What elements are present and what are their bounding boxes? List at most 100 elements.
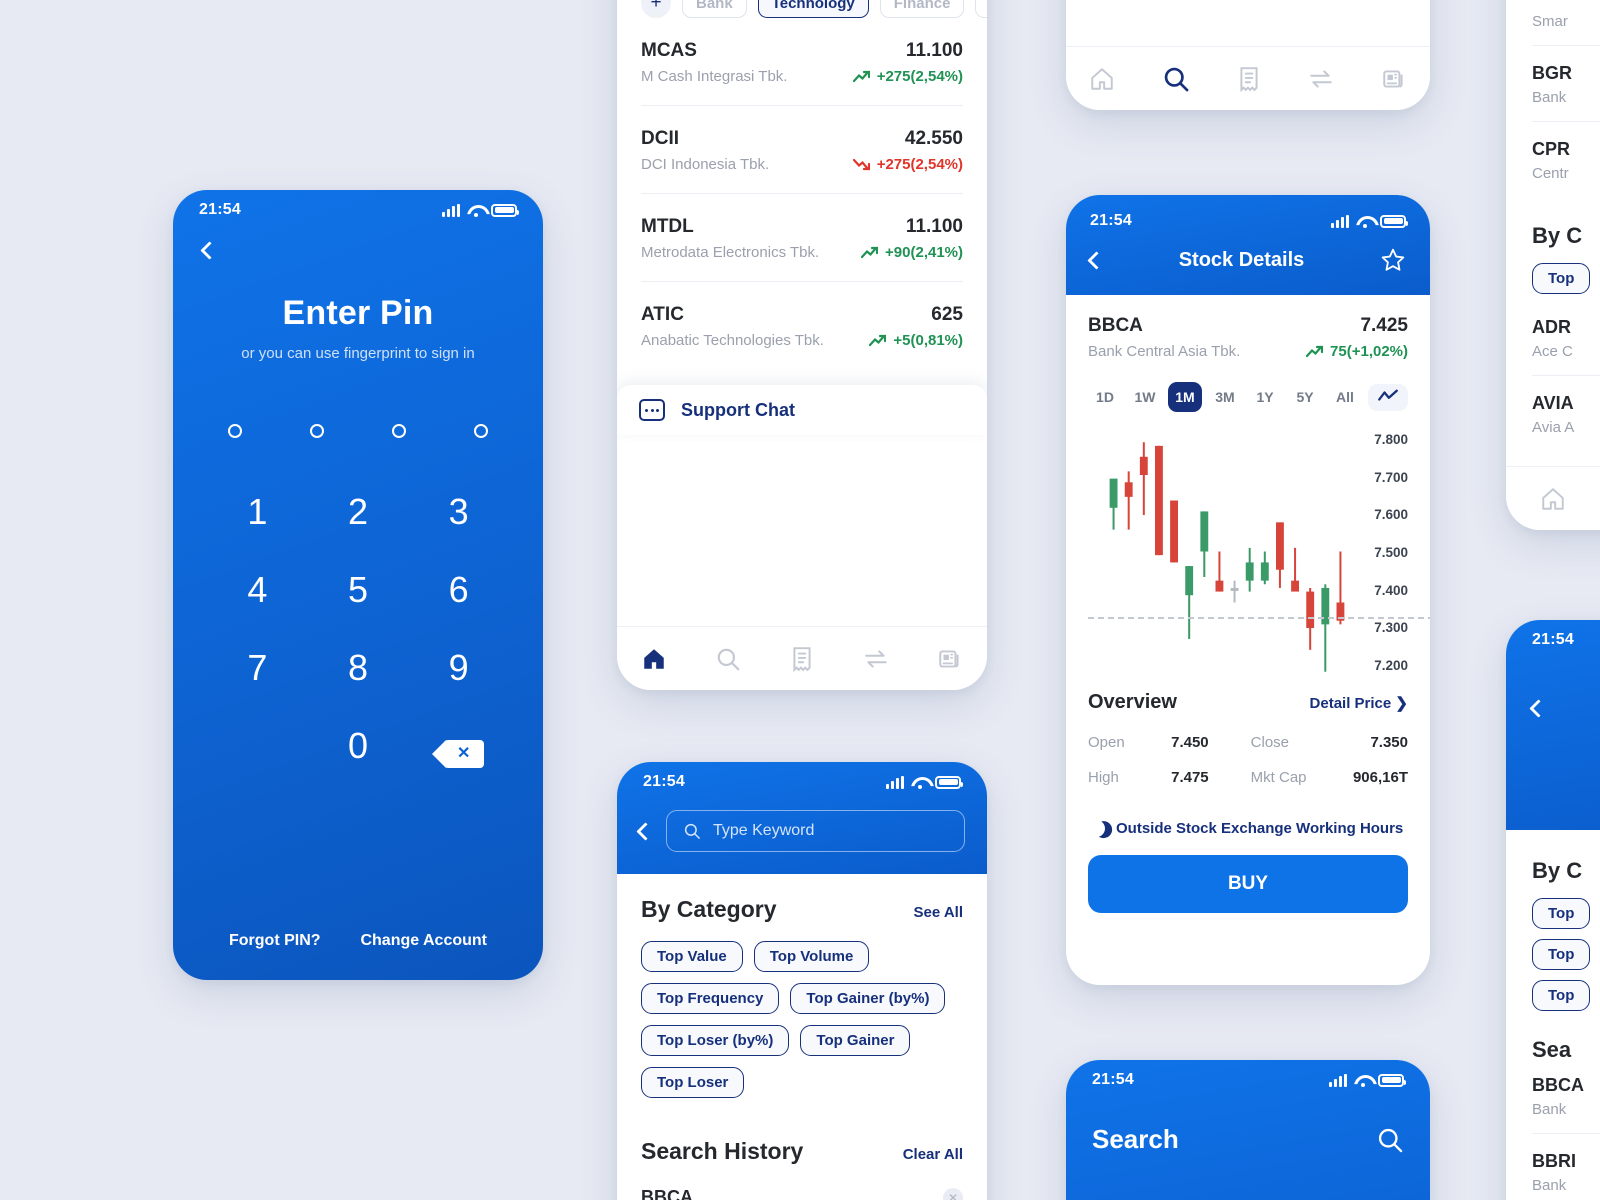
- chip-top-gainer-pct[interactable]: Top Gainer (by%): [790, 983, 946, 1014]
- range-1y[interactable]: 1Y: [1248, 382, 1282, 412]
- range-all[interactable]: All: [1328, 382, 1362, 412]
- chip-top-volume[interactable]: Top Volume: [753, 941, 870, 972]
- table-row[interactable]: BGR Bank: [1532, 46, 1600, 122]
- table-row[interactable]: BBRI Bank: [1532, 1134, 1600, 1200]
- stock-price: 11.100: [905, 40, 963, 61]
- news-icon[interactable]: [1381, 66, 1407, 92]
- range-3m[interactable]: 3M: [1208, 382, 1242, 412]
- chevron-left-icon: [200, 241, 219, 260]
- table-row[interactable]: AVIA Avia A: [1532, 376, 1600, 451]
- forgot-pin-link[interactable]: Forgot PIN?: [229, 932, 321, 950]
- chip-top-frequency[interactable]: Top Fr: [975, 0, 987, 18]
- table-row[interactable]: DCII DCI Indonesia Tbk. 42.550 +275(2,54…: [641, 106, 963, 194]
- chip-top-loser-pct[interactable]: Top Loser (by%): [641, 1025, 790, 1056]
- key-8[interactable]: 8: [308, 642, 409, 694]
- backspace-button[interactable]: ✕: [408, 720, 509, 772]
- back-button[interactable]: [636, 821, 655, 841]
- table-row[interactable]: Smar: [1532, 0, 1600, 46]
- key-1[interactable]: 1: [207, 486, 308, 538]
- stock-name: Anabatic Technologies Tbk.: [641, 332, 824, 349]
- chip-top-1[interactable]: Top: [1532, 898, 1591, 929]
- detail-price-link[interactable]: Detail Price ❯: [1310, 694, 1408, 712]
- chip-top-2[interactable]: Top: [1532, 939, 1591, 970]
- transfer-icon[interactable]: [863, 646, 889, 672]
- back-button[interactable]: [200, 241, 233, 274]
- table-row[interactable]: BBCA Bank: [1532, 1063, 1600, 1134]
- edge-chips: Top Top Top: [1532, 898, 1600, 1011]
- home-icon[interactable]: [641, 646, 667, 672]
- pin-dot: [392, 424, 406, 438]
- star-outline-icon[interactable]: [1380, 247, 1406, 273]
- range-1d[interactable]: 1D: [1088, 382, 1122, 412]
- home-icon[interactable]: [1540, 486, 1566, 512]
- back-button[interactable]: [1529, 699, 1548, 718]
- page-title: Stock Details: [1178, 248, 1305, 271]
- stat-key: Mkt Cap: [1250, 769, 1307, 786]
- stock-name: Ace C: [1532, 343, 1573, 360]
- back-button[interactable]: [1087, 250, 1106, 270]
- wifi-icon: [911, 776, 928, 789]
- pin-dot: [474, 424, 488, 438]
- search-results-screen-partial: AVIA Avia Avian Tbk. 860 -33,40(4,04%): [1066, 0, 1430, 110]
- chip-top-3[interactable]: Top: [1532, 980, 1591, 1011]
- support-chat-card[interactable]: Support Chat: [617, 385, 987, 435]
- edge-section-title: By C: [1532, 223, 1583, 248]
- category-see-all[interactable]: See All: [914, 904, 963, 921]
- range-1w[interactable]: 1W: [1128, 382, 1162, 412]
- stock-code: DCII: [641, 128, 679, 149]
- search-icon[interactable]: [1376, 1126, 1404, 1154]
- key-9[interactable]: 9: [408, 642, 509, 694]
- key-0[interactable]: 0: [308, 720, 409, 772]
- chip-bank[interactable]: Bank: [682, 0, 747, 18]
- chip-top-value[interactable]: Top Value: [641, 941, 743, 972]
- key-3[interactable]: 3: [408, 486, 509, 538]
- table-row[interactable]: MCAS M Cash Integrasi Tbk. 11.100 +275(2…: [641, 18, 963, 106]
- home-icon[interactable]: [1089, 66, 1115, 92]
- stock-change: +275(2,54%): [852, 68, 963, 85]
- key-7[interactable]: 7: [207, 642, 308, 694]
- page-title: Enter Pin: [282, 294, 434, 332]
- key-2[interactable]: 2: [308, 486, 409, 538]
- table-row[interactable]: ATIC Anabatic Technologies Tbk. 625 +5(0…: [641, 282, 963, 369]
- list-item[interactable]: BBCA ✕: [641, 1187, 963, 1200]
- key-4[interactable]: 4: [207, 564, 308, 616]
- search-icon[interactable]: [715, 646, 741, 672]
- y-tick: 7.200: [1374, 657, 1408, 673]
- overview-stats: Open 7.450 Close 7.350 High 7.475 Mkt Ca…: [1088, 734, 1408, 786]
- chip-top[interactable]: Top: [1532, 263, 1591, 294]
- clear-all-link[interactable]: Clear All: [903, 1146, 963, 1163]
- status-icons: [1329, 1073, 1406, 1087]
- stock-change: +5(0,81%): [869, 332, 963, 349]
- search-icon[interactable]: [1162, 65, 1190, 93]
- range-5y[interactable]: 5Y: [1288, 382, 1322, 412]
- key-5[interactable]: 5: [308, 564, 409, 616]
- add-category-button[interactable]: +: [641, 0, 671, 18]
- buy-button[interactable]: BUY: [1088, 855, 1408, 913]
- table-row[interactable]: MTDL Metrodata Electronics Tbk. 11.100 +…: [641, 194, 963, 282]
- chart-plot-area: [1106, 424, 1348, 679]
- trend-down-icon: [852, 158, 870, 171]
- moon-icon: [1085, 817, 1108, 840]
- table-row[interactable]: CPR Centr: [1532, 122, 1600, 197]
- news-icon[interactable]: [937, 646, 963, 672]
- chip-top-gainer[interactable]: Top Gainer: [800, 1025, 911, 1056]
- chip-finance[interactable]: Finance: [879, 0, 965, 18]
- chart-type-button[interactable]: [1368, 383, 1408, 411]
- chip-top-frequency[interactable]: Top Frequency: [641, 983, 780, 1014]
- stat-value: 906,16T: [1352, 769, 1408, 786]
- chip-top-loser[interactable]: Top Loser: [641, 1067, 745, 1098]
- table-row[interactable]: ADR Ace C: [1532, 300, 1600, 376]
- transfer-icon[interactable]: [1308, 66, 1334, 92]
- stat-value: 7.350: [1370, 734, 1408, 751]
- close-icon[interactable]: ✕: [943, 1187, 963, 1200]
- document-icon[interactable]: [789, 646, 815, 672]
- change-account-link[interactable]: Change Account: [360, 932, 487, 950]
- stock-name: M Cash Integrasi Tbk.: [641, 68, 788, 85]
- search-input[interactable]: Type Keyword: [666, 810, 965, 852]
- document-icon[interactable]: [1236, 66, 1262, 92]
- status-bar: 21:54: [1090, 201, 1408, 241]
- chip-technology[interactable]: Technology: [757, 0, 869, 18]
- range-1m[interactable]: 1M: [1168, 382, 1202, 412]
- signal-icon: [1329, 1073, 1347, 1087]
- key-6[interactable]: 6: [408, 564, 509, 616]
